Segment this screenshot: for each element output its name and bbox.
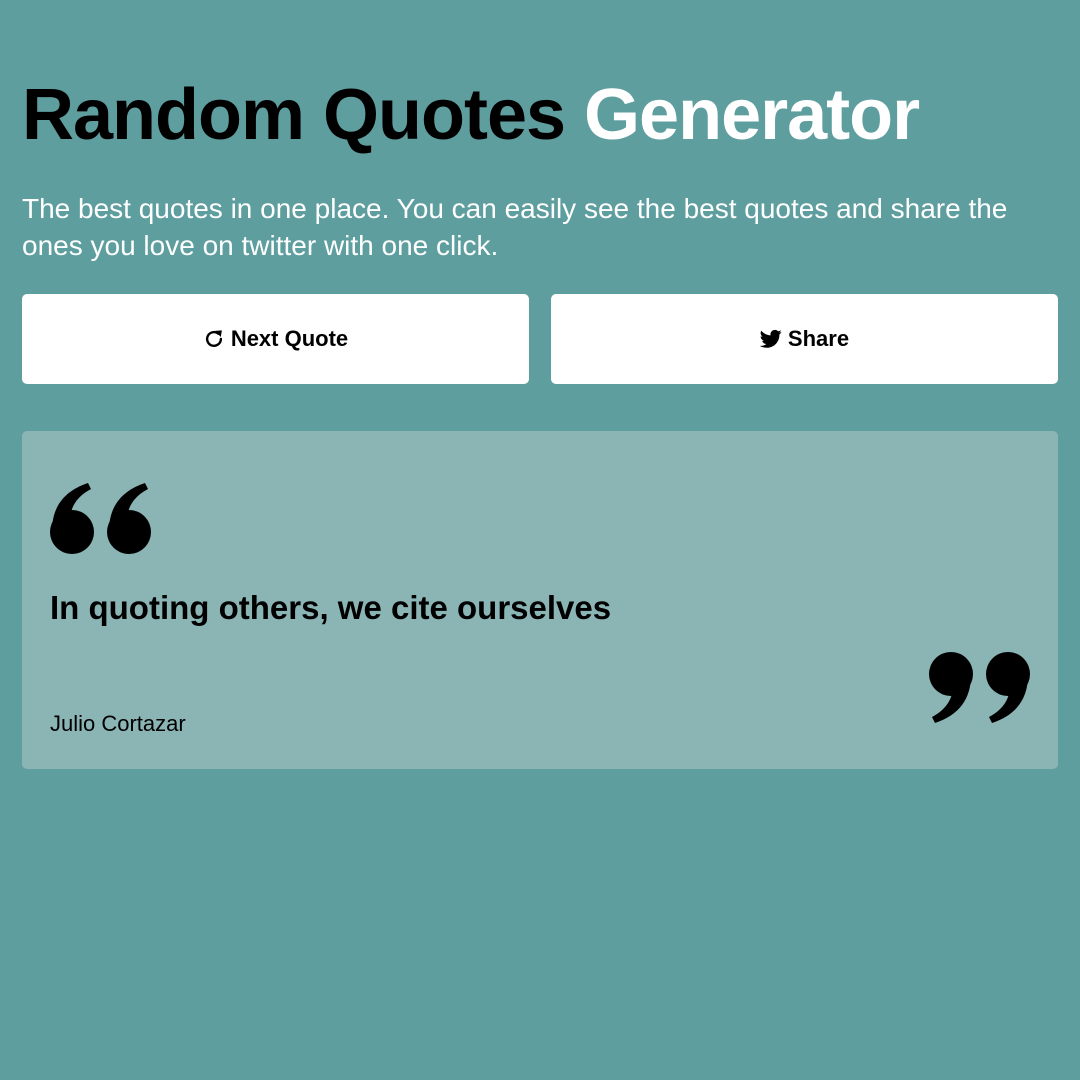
open-quote-icon bbox=[50, 481, 152, 560]
page-title: Random Quotes Generator bbox=[22, 72, 920, 158]
close-quote-icon bbox=[928, 651, 1030, 730]
title-accent: Generator bbox=[584, 75, 920, 155]
quote-card: In quoting others, we cite ourselves Jul… bbox=[22, 431, 1058, 769]
page-subtitle: The best quotes in one place. You can ea… bbox=[22, 193, 1008, 261]
quote-author: Julio Cortazar bbox=[50, 711, 186, 736]
refresh-icon bbox=[203, 328, 225, 350]
twitter-icon bbox=[759, 329, 782, 349]
next-quote-button[interactable]: Next Quote bbox=[22, 294, 529, 384]
share-button[interactable]: Share bbox=[551, 294, 1058, 384]
next-quote-label: Next Quote bbox=[230, 326, 349, 351]
quote-text: In quoting others, we cite ourselves bbox=[50, 589, 612, 626]
share-label: Share bbox=[787, 326, 850, 351]
title-main: Random Quotes bbox=[22, 75, 566, 155]
